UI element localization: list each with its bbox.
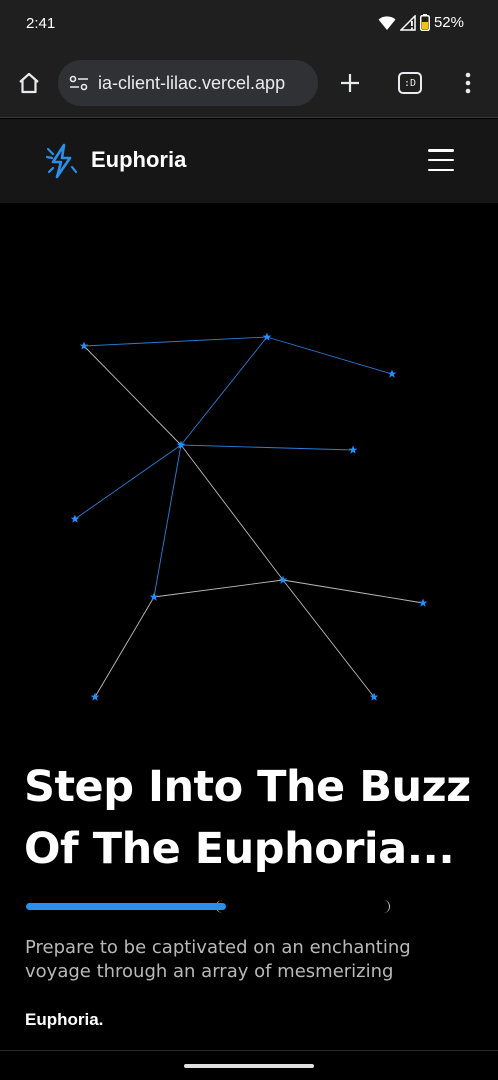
star-icon bbox=[262, 332, 272, 341]
home-icon bbox=[19, 72, 39, 94]
star-icon bbox=[387, 369, 397, 378]
hamburger-icon[interactable] bbox=[428, 149, 454, 171]
hero-description: Prepare to be captivated on an enchantin… bbox=[25, 937, 411, 982]
system-nav-bar bbox=[0, 1050, 498, 1080]
browser-toolbar: ia-client-lilac.vercel.app :D bbox=[0, 48, 498, 118]
star-icon bbox=[90, 692, 100, 701]
hero-title-line-2: Of The Euphoria... bbox=[24, 824, 455, 874]
status-bar: 2:41 52% bbox=[0, 0, 498, 48]
url-text: ia-client-lilac.vercel.app bbox=[98, 72, 286, 93]
tabs-icon[interactable]: :D bbox=[398, 72, 422, 94]
brand-name[interactable]: Euphoria bbox=[91, 147, 186, 173]
hero-title: Step Into The Buzz Of The Euphoria... bbox=[24, 756, 484, 880]
tune-icon[interactable] bbox=[68, 75, 90, 91]
constellation-lines bbox=[74, 336, 424, 698]
site-header: Euphoria bbox=[0, 119, 498, 203]
battery-percent: 52% bbox=[433, 14, 464, 31]
status-icons: 52% bbox=[378, 14, 464, 31]
new-tab-button[interactable] bbox=[334, 67, 366, 99]
home-gesture-handle[interactable] bbox=[184, 1064, 314, 1068]
plus-icon bbox=[341, 74, 359, 92]
progress-track bbox=[216, 900, 390, 913]
more-vert-icon[interactable] bbox=[458, 68, 478, 98]
status-time: 2:41 bbox=[26, 15, 56, 32]
hero-progress bbox=[26, 900, 390, 914]
wifi-icon bbox=[378, 15, 396, 30]
battery-icon bbox=[419, 14, 430, 31]
home-button[interactable] bbox=[14, 68, 44, 98]
constellation-stars bbox=[70, 332, 428, 701]
tab-count: :D bbox=[403, 77, 417, 89]
star-icon bbox=[70, 514, 80, 523]
hero-title-line-1: Step Into The Buzz bbox=[24, 762, 471, 812]
lightning-icon[interactable] bbox=[44, 143, 78, 179]
constellation-graphic bbox=[70, 332, 428, 701]
signal-icon bbox=[399, 14, 416, 31]
progress-fill bbox=[26, 903, 226, 910]
footer-brand[interactable]: Euphoria. bbox=[25, 1010, 103, 1030]
address-bar[interactable]: ia-client-lilac.vercel.app bbox=[58, 60, 318, 106]
